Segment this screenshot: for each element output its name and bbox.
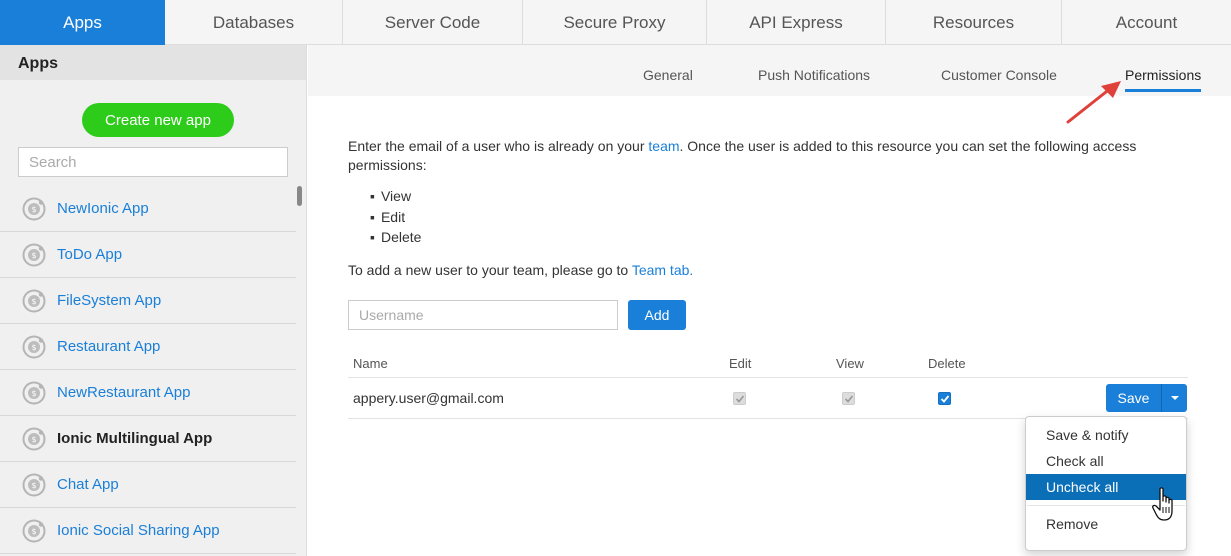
app-name: Restaurant App: [57, 338, 161, 355]
column-header-edit: Edit: [729, 356, 752, 371]
annotation-arrow-icon: [1066, 81, 1121, 124]
hand-cursor-icon: [1152, 487, 1173, 521]
user-email: appery.user@gmail.com: [353, 390, 504, 406]
username-input[interactable]: [348, 300, 618, 330]
svg-text:$: $: [31, 251, 36, 260]
save-split-button: Save: [1106, 384, 1187, 412]
app-list: $ NewIonic App $ ToDo App $ FileSystem A…: [0, 186, 296, 554]
sidebar-scrollbar[interactable]: [297, 186, 303, 556]
list-item[interactable]: $ Chat App: [0, 462, 296, 508]
scrollbar-thumb[interactable]: [297, 186, 302, 206]
intro-text: Enter the email of a user who is already…: [348, 137, 1188, 175]
tab-api-express[interactable]: API Express: [707, 0, 886, 45]
tab-databases[interactable]: Databases: [165, 0, 343, 45]
tab-push-notifications[interactable]: Push Notifications: [758, 67, 870, 83]
app-name: NewRestaurant App: [57, 384, 191, 401]
svg-text:$: $: [31, 343, 36, 352]
column-header-delete: Delete: [928, 356, 966, 371]
permission-list: View Edit Delete: [370, 186, 421, 248]
svg-text:$: $: [31, 527, 36, 536]
svg-text:$: $: [31, 481, 36, 490]
edit-checkbox[interactable]: [733, 392, 746, 405]
team-instructions: To add a new user to your team, please g…: [348, 262, 693, 278]
tab-customer-console[interactable]: Customer Console: [941, 67, 1057, 83]
svg-text:$: $: [31, 205, 36, 214]
svg-text:$: $: [31, 297, 36, 306]
svg-text:$: $: [31, 435, 36, 444]
tab-account[interactable]: Account: [1062, 0, 1231, 45]
sidebar: Apps Create new app $ NewIonic App $ ToD…: [0, 45, 307, 556]
caret-down-icon: [1170, 396, 1179, 400]
check-icon: [735, 394, 744, 403]
tab-apps[interactable]: Apps: [0, 0, 165, 45]
add-button[interactable]: Add: [628, 300, 686, 330]
app-name: NewIonic App: [57, 200, 149, 217]
table-divider: [348, 377, 1188, 378]
delete-checkbox[interactable]: [938, 392, 951, 405]
check-icon: [940, 394, 949, 403]
list-item[interactable]: $ NewRestaurant App: [0, 370, 296, 416]
create-new-app-button[interactable]: Create new app: [82, 103, 234, 137]
list-item: Edit: [370, 207, 421, 228]
list-item: View: [370, 186, 421, 207]
list-item[interactable]: $ ToDo App: [0, 232, 296, 278]
sidebar-title: Apps: [0, 45, 306, 80]
intro-text-start: Enter the email of a user who is already…: [348, 138, 649, 154]
team-tab-link[interactable]: Team tab.: [632, 262, 693, 278]
save-dropdown-toggle[interactable]: [1162, 384, 1187, 412]
list-item: Delete: [370, 227, 421, 248]
save-button[interactable]: Save: [1106, 384, 1162, 412]
app-name: Ionic Social Sharing App: [57, 522, 220, 539]
list-item[interactable]: $ Restaurant App: [0, 324, 296, 370]
list-item-selected[interactable]: $ Ionic Multilingual App: [0, 416, 296, 462]
ionic-app-icon: $: [22, 289, 46, 312]
ionic-app-icon: $: [22, 243, 46, 266]
app-name: ToDo App: [57, 246, 123, 263]
tab-permissions[interactable]: Permissions: [1125, 67, 1202, 92]
column-header-name: Name: [353, 356, 388, 371]
menu-item-save-notify[interactable]: Save & notify: [1026, 422, 1186, 448]
column-header-view: View: [836, 356, 864, 371]
ionic-app-icon: $: [22, 335, 46, 358]
save-dropdown-menu: Save & notify Check all Uncheck all Remo…: [1025, 416, 1187, 551]
app-name: Chat App: [57, 476, 119, 493]
ionic-app-icon: $: [22, 381, 46, 404]
list-item[interactable]: $ NewIonic App: [0, 186, 296, 232]
team-link[interactable]: team: [648, 138, 679, 154]
ionic-app-icon: $: [22, 519, 46, 542]
app-name: FileSystem App: [57, 292, 162, 309]
team-text: To add a new user to your team, please g…: [348, 262, 632, 278]
svg-text:$: $: [31, 389, 36, 398]
view-checkbox[interactable]: [842, 392, 855, 405]
tab-server-code[interactable]: Server Code: [343, 0, 523, 45]
top-nav: Apps Databases Server Code Secure Proxy …: [0, 0, 1231, 45]
list-item[interactable]: $ Ionic Social Sharing App: [0, 508, 296, 554]
tab-secure-proxy[interactable]: Secure Proxy: [523, 0, 707, 45]
tab-general[interactable]: General: [643, 67, 693, 83]
tab-resources[interactable]: Resources: [886, 0, 1062, 45]
app-name: Ionic Multilingual App: [57, 430, 213, 447]
search-input[interactable]: [18, 147, 288, 177]
ionic-app-icon: $: [22, 427, 46, 450]
ionic-app-icon: $: [22, 473, 46, 496]
menu-item-check-all[interactable]: Check all: [1026, 448, 1186, 474]
list-item[interactable]: $ FileSystem App: [0, 278, 296, 324]
ionic-app-icon: $: [22, 197, 46, 220]
check-icon: [844, 394, 853, 403]
